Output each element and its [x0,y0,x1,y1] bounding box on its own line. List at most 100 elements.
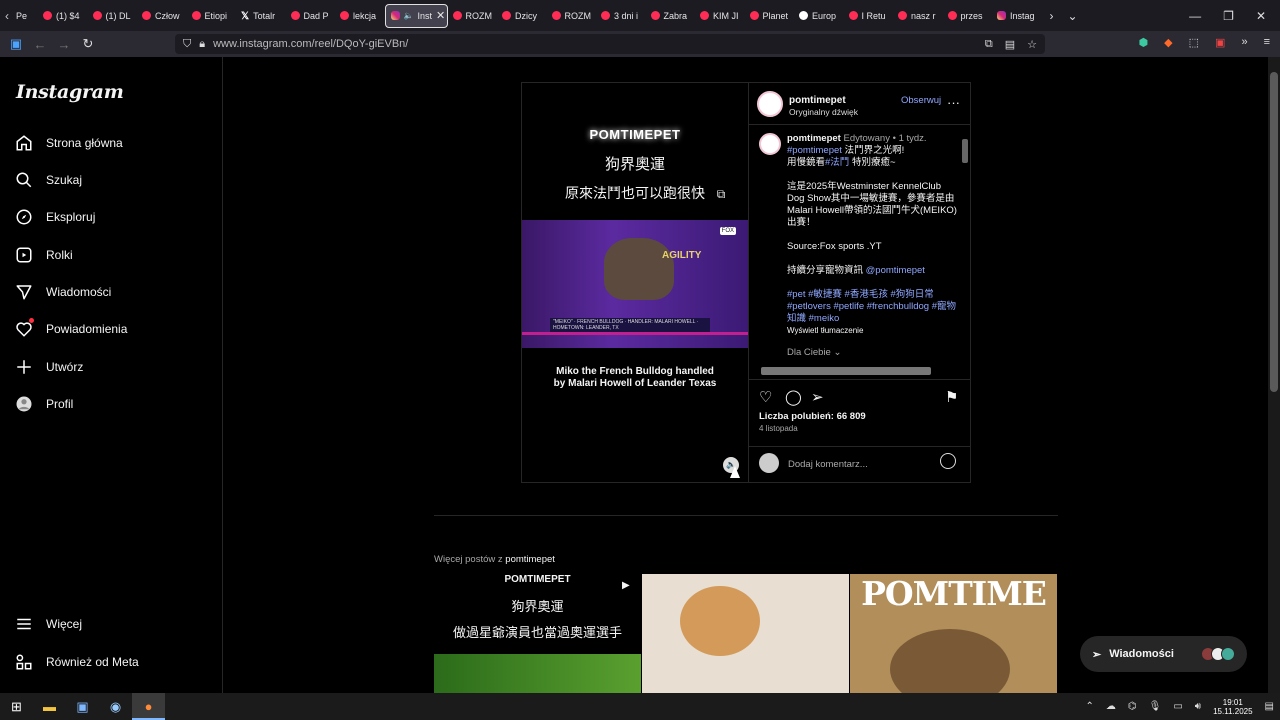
browser-tab[interactable]: nasz r [893,4,943,28]
network-icon[interactable]: ⌬ [1128,701,1137,712]
sidebar-item-search[interactable]: Szukaj [14,170,82,190]
picture-in-picture-icon[interactable]: ⧉ [985,38,993,51]
translate-link[interactable]: Wyświetl tłumaczenie [787,325,957,337]
browser-tab[interactable]: I Retu [844,4,894,28]
emoji-icon[interactable] [940,453,956,469]
likes-count[interactable]: Liczba polubień: 66 809 [759,411,866,422]
file-explorer-icon[interactable]: ▬ [33,693,66,720]
save-bookmark-icon[interactable]: ⚑ [945,388,958,406]
instagram-logo[interactable]: Instagram [16,81,124,103]
sidebar-item-meta[interactable]: Również od Meta [14,652,139,672]
caption-scrollbar[interactable] [961,127,969,367]
comment-icon[interactable]: ◯ [785,388,802,406]
display-icon[interactable]: ▭ [1173,701,1182,712]
caption-hashtags[interactable]: #pet #敏捷賽 #香港毛孩 #狗狗日常 #petlovers #petlif… [787,289,957,325]
mention-link[interactable]: @pomtimepet [866,265,925,276]
lock-icon[interactable]: 🔒︎ [199,38,205,51]
tab-list-icon[interactable]: ⌄ [1068,9,1078,23]
extension-shield-icon[interactable]: ⬢ [1139,36,1149,49]
app-menu-icon[interactable]: ≡ [1264,36,1270,49]
clock[interactable]: 19:01 15.11.2025 [1213,698,1252,716]
horizontal-scrollbar[interactable] [757,365,963,375]
hashtag-link[interactable]: #pomtimepet [787,145,842,156]
sidebar-item-more[interactable]: Więcej [14,614,82,634]
address-bar[interactable]: ⛉ 🔒︎ www.instagram.com/reel/DQoY-giEVBn/… [175,34,1045,54]
audio-label[interactable]: Oryginalny dźwięk [789,107,858,117]
browser-tab[interactable]: Pe [14,4,38,28]
browser-tab[interactable]: Człow [137,4,187,28]
caption-avatar[interactable] [759,133,781,155]
hashtag-link[interactable]: #法鬥 [825,157,849,168]
sidebar-item-reels[interactable]: Rolki [14,245,73,265]
browser-tab[interactable]: ROZM [448,4,498,28]
post-thumbnail[interactable]: POMTIME [850,574,1057,693]
browser-tab[interactable]: KIM JI [695,4,745,28]
browser-tab[interactable]: Instag [992,4,1042,28]
volume-icon[interactable]: 🔊︎ [1195,701,1201,712]
browser-tab[interactable]: (1) DL [88,4,138,28]
microphone-icon[interactable]: 🎙︎ [1149,701,1162,712]
post-thumbnail[interactable]: POMTIMEPET 狗界奧運 做過星爺演員也當過奧運選手 ▶ [434,574,641,693]
extension-badge-icon[interactable]: ▣ [1215,36,1225,49]
for-you-dropdown[interactable]: Dla Ciebie ⌄ [787,347,957,359]
close-window-icon[interactable]: ✕ [1256,9,1266,23]
more-posts-user[interactable]: pomtimepet [505,554,555,565]
reel-video[interactable]: POMTIMEPET 狗界奧運 原來法鬥也可以跑很快 ⧉ AGILITY FOX… [522,83,748,482]
restore-icon[interactable]: ❐ [1223,9,1234,23]
page-scrollbar[interactable] [1268,57,1280,693]
like-heart-icon[interactable]: ♡ [759,388,772,406]
browser-tab[interactable]: przes [943,4,993,28]
sidebar-toggle-icon[interactable]: ▣ [4,36,28,52]
browser-tab[interactable]: Europ [794,4,844,28]
comment-input[interactable]: Dodaj komentarz... [788,459,868,470]
sidebar-item-home[interactable]: Strona główna [14,133,123,153]
extensions-icon[interactable]: ⬚ [1189,36,1199,49]
sidebar-item-explore[interactable]: Eksploruj [14,207,95,227]
back-icon[interactable]: ← [28,37,52,52]
post-thumbnail[interactable] [642,574,849,693]
post-username[interactable]: pomtimepet [789,95,846,106]
reload-icon[interactable]: ↻ [76,36,100,52]
url-text[interactable]: www.instagram.com/reel/DQoY-giEVBn/ [213,38,408,50]
minimize-icon[interactable]: — [1189,9,1201,23]
steam-icon[interactable]: ◉ [99,693,132,720]
notifications-icon[interactable]: ▤ [1265,701,1274,712]
sidebar-item-profile[interactable]: Profil [14,394,73,414]
close-tab-icon[interactable]: ✕ [436,9,445,22]
browser-tab[interactable]: 𝕏 Totalr [236,4,286,28]
browser-tab[interactable]: Zabra [646,4,696,28]
sidebar-item-messages[interactable]: Wiadomości [14,282,111,302]
extension-fox-icon[interactable]: ◆ [1164,36,1172,49]
forward-icon[interactable]: → [52,37,76,52]
browser-tab[interactable]: lekcja [335,4,385,28]
reader-view-icon[interactable]: ▤ [1005,38,1015,51]
tab-scroll-left-icon[interactable]: ‹ [0,9,14,23]
speaker-icon[interactable]: 🔈 [404,11,414,20]
browser-tab[interactable]: Dzicy [497,4,547,28]
overflow-menu-icon[interactable]: » [1241,36,1247,49]
follow-button[interactable]: Obserwuj [901,95,941,106]
monitor-app-icon[interactable]: ▣ [66,693,99,720]
share-icon[interactable]: ➢ [811,388,824,406]
browser-tab-active[interactable]: 🔈 Inst ✕ [384,3,448,28]
browser-tab[interactable]: (1) $4 [38,4,88,28]
firefox-icon[interactable]: ● [132,693,165,720]
browser-tab[interactable]: ROZM [547,4,597,28]
messages-floating-button[interactable]: ➢ Wiadomości [1080,636,1247,672]
sidebar-item-create[interactable]: Utwórz [14,357,83,377]
browser-tab[interactable]: Etiopi [187,4,237,28]
browser-tab[interactable]: Planet [745,4,795,28]
avatar[interactable] [757,91,783,117]
shield-icon[interactable]: ⛉ [183,38,191,51]
sidebar-item-notifications[interactable]: Powiadomienia [14,318,127,339]
windows-start-icon[interactable]: ⊞ [0,693,33,720]
browser-tab[interactable]: 3 dni i [596,4,646,28]
tray-chevron-icon[interactable]: ⌃ [1086,701,1094,712]
tab-scroll-right-icon[interactable]: › [1050,9,1054,23]
caption-username[interactable]: pomtimepet [787,133,841,144]
bookmark-star-icon[interactable]: ☆ [1027,38,1037,51]
picture-in-picture-icon[interactable]: ⧉ [712,187,730,203]
cloud-icon[interactable]: ☁ [1106,701,1116,712]
browser-tab[interactable]: Dad P [286,4,336,28]
more-options-icon[interactable]: ··· [947,95,960,110]
